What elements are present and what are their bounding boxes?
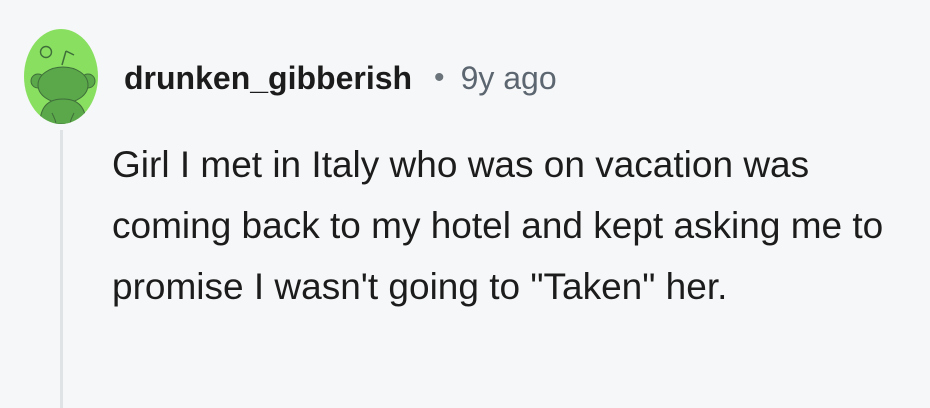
comment-body: Girl I met in Italy who was on vacation …	[112, 144, 884, 307]
reddit-snoo-avatar-icon	[30, 45, 96, 124]
timestamp[interactable]: 9y ago	[461, 60, 557, 97]
thread-line[interactable]	[60, 130, 63, 408]
comment-meta: drunken_gibberish • 9y ago	[124, 54, 557, 102]
username-link[interactable]: drunken_gibberish	[124, 60, 412, 97]
user-avatar[interactable]	[24, 29, 98, 124]
comment: drunken_gibberish • 9y ago Girl I met in…	[0, 0, 930, 408]
separator-dot: •	[434, 61, 445, 94]
